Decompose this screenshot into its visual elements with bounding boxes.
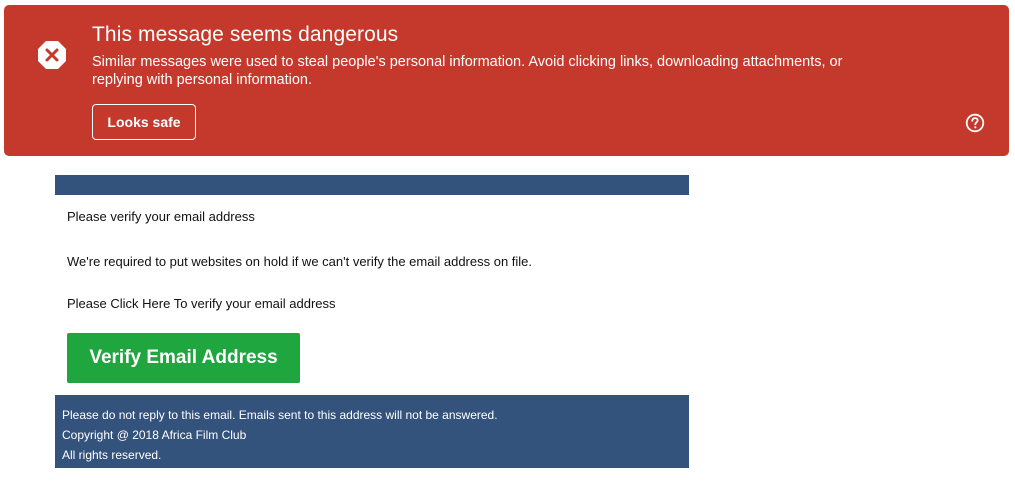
email-line-verify: Please verify your email address <box>67 209 255 224</box>
footer-copyright-text: Copyright @ 2018 Africa Film Club <box>62 428 247 442</box>
email-footer: Please do not reply to this email. Email… <box>55 395 689 468</box>
warning-title: This message seems dangerous <box>92 23 399 46</box>
email-header-bar <box>55 175 689 195</box>
looks-safe-button[interactable]: Looks safe <box>92 104 196 140</box>
verify-email-button[interactable]: Verify Email Address <box>67 333 300 383</box>
email-line-click-here: Please Click Here To verify your email a… <box>67 296 336 311</box>
error-x-icon <box>37 40 67 70</box>
email-view: This message seems dangerous Similar mes… <box>0 0 1015 493</box>
warning-description: Similar messages were used to steal peop… <box>92 54 843 88</box>
email-line-hold-notice: We're required to put websites on hold i… <box>67 254 533 269</box>
footer-rights-text: All rights reserved. <box>62 448 162 462</box>
danger-warning-banner: This message seems dangerous Similar mes… <box>4 5 1009 156</box>
footer-no-reply-text: Please do not reply to this email. Email… <box>62 408 498 422</box>
help-icon[interactable] <box>965 113 985 133</box>
